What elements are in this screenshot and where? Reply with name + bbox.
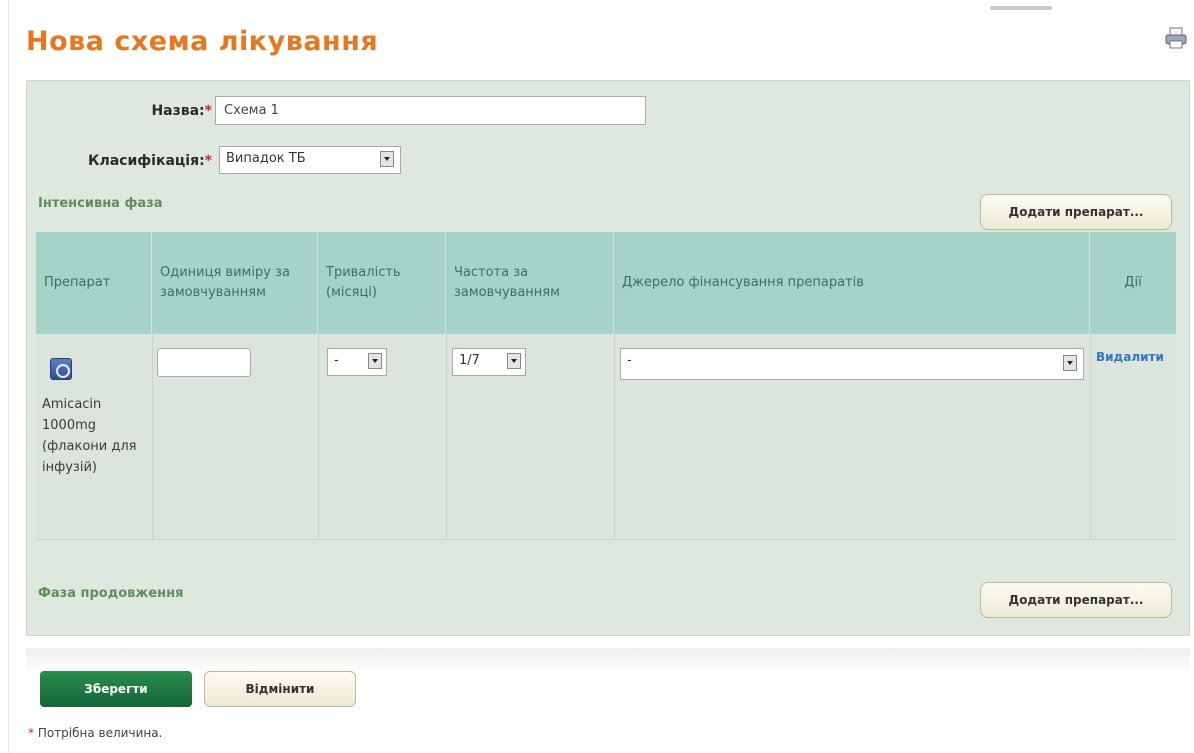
page-title: Нова схема лікування: [26, 26, 379, 57]
top-scroll-mark: [990, 6, 1052, 10]
frequency-select[interactable]: 1/7: [452, 348, 526, 376]
classification-value: Випадок ТБ: [226, 151, 306, 166]
cancel-button[interactable]: Відмінити: [204, 671, 356, 707]
print-icon[interactable]: [1164, 27, 1188, 49]
delete-link[interactable]: Видалити: [1096, 350, 1164, 364]
unit-input[interactable]: [157, 348, 251, 377]
funding-source-select[interactable]: -: [620, 348, 1084, 380]
column-divider: [446, 334, 447, 540]
column-header-frequency: Частота за замовчуванням: [446, 232, 614, 334]
left-border: [8, 0, 9, 753]
add-drug-button-intensive[interactable]: Додати препарат...: [980, 194, 1172, 230]
classification-select[interactable]: Випадок ТБ: [219, 146, 401, 174]
add-drug-button-continuation[interactable]: Додати препарат...: [980, 582, 1172, 618]
column-divider: [152, 334, 153, 540]
name-label: Назва:*: [151, 103, 212, 119]
column-divider: [318, 334, 319, 540]
continuation-phase-label: Фаза продовження: [38, 586, 184, 601]
chevron-down-icon[interactable]: [1063, 355, 1077, 371]
column-header-funding: Джерело фінансування препаратів: [614, 232, 1090, 334]
column-header-duration: Тривалість (місяці): [318, 232, 446, 334]
column-divider: [614, 334, 615, 540]
drug-icon: [50, 358, 72, 380]
divider: [26, 648, 1190, 678]
chevron-down-icon[interactable]: [507, 353, 521, 369]
chevron-down-icon[interactable]: [380, 151, 394, 167]
save-button[interactable]: Зберегти: [40, 671, 192, 707]
column-header-drug: Препарат: [36, 232, 152, 334]
name-input[interactable]: [215, 96, 646, 125]
required-note: * Потрібна величина.: [28, 726, 163, 740]
duration-select[interactable]: -: [327, 348, 387, 376]
chevron-down-icon[interactable]: [368, 353, 382, 369]
column-divider: [1090, 334, 1091, 540]
column-header-unit: Одиниця виміру за замовчуванням: [152, 232, 318, 334]
classification-label: Класифікація:*: [88, 153, 212, 169]
duration-value: -: [334, 353, 339, 368]
intensive-phase-label: Інтенсивна фаза: [38, 196, 163, 211]
drug-name: Amicacin 1000mg (флакони для інфузій): [42, 397, 137, 475]
frequency-value: 1/7: [459, 353, 480, 368]
column-header-actions: Дії: [1124, 275, 1142, 290]
funding-value: -: [627, 353, 632, 368]
